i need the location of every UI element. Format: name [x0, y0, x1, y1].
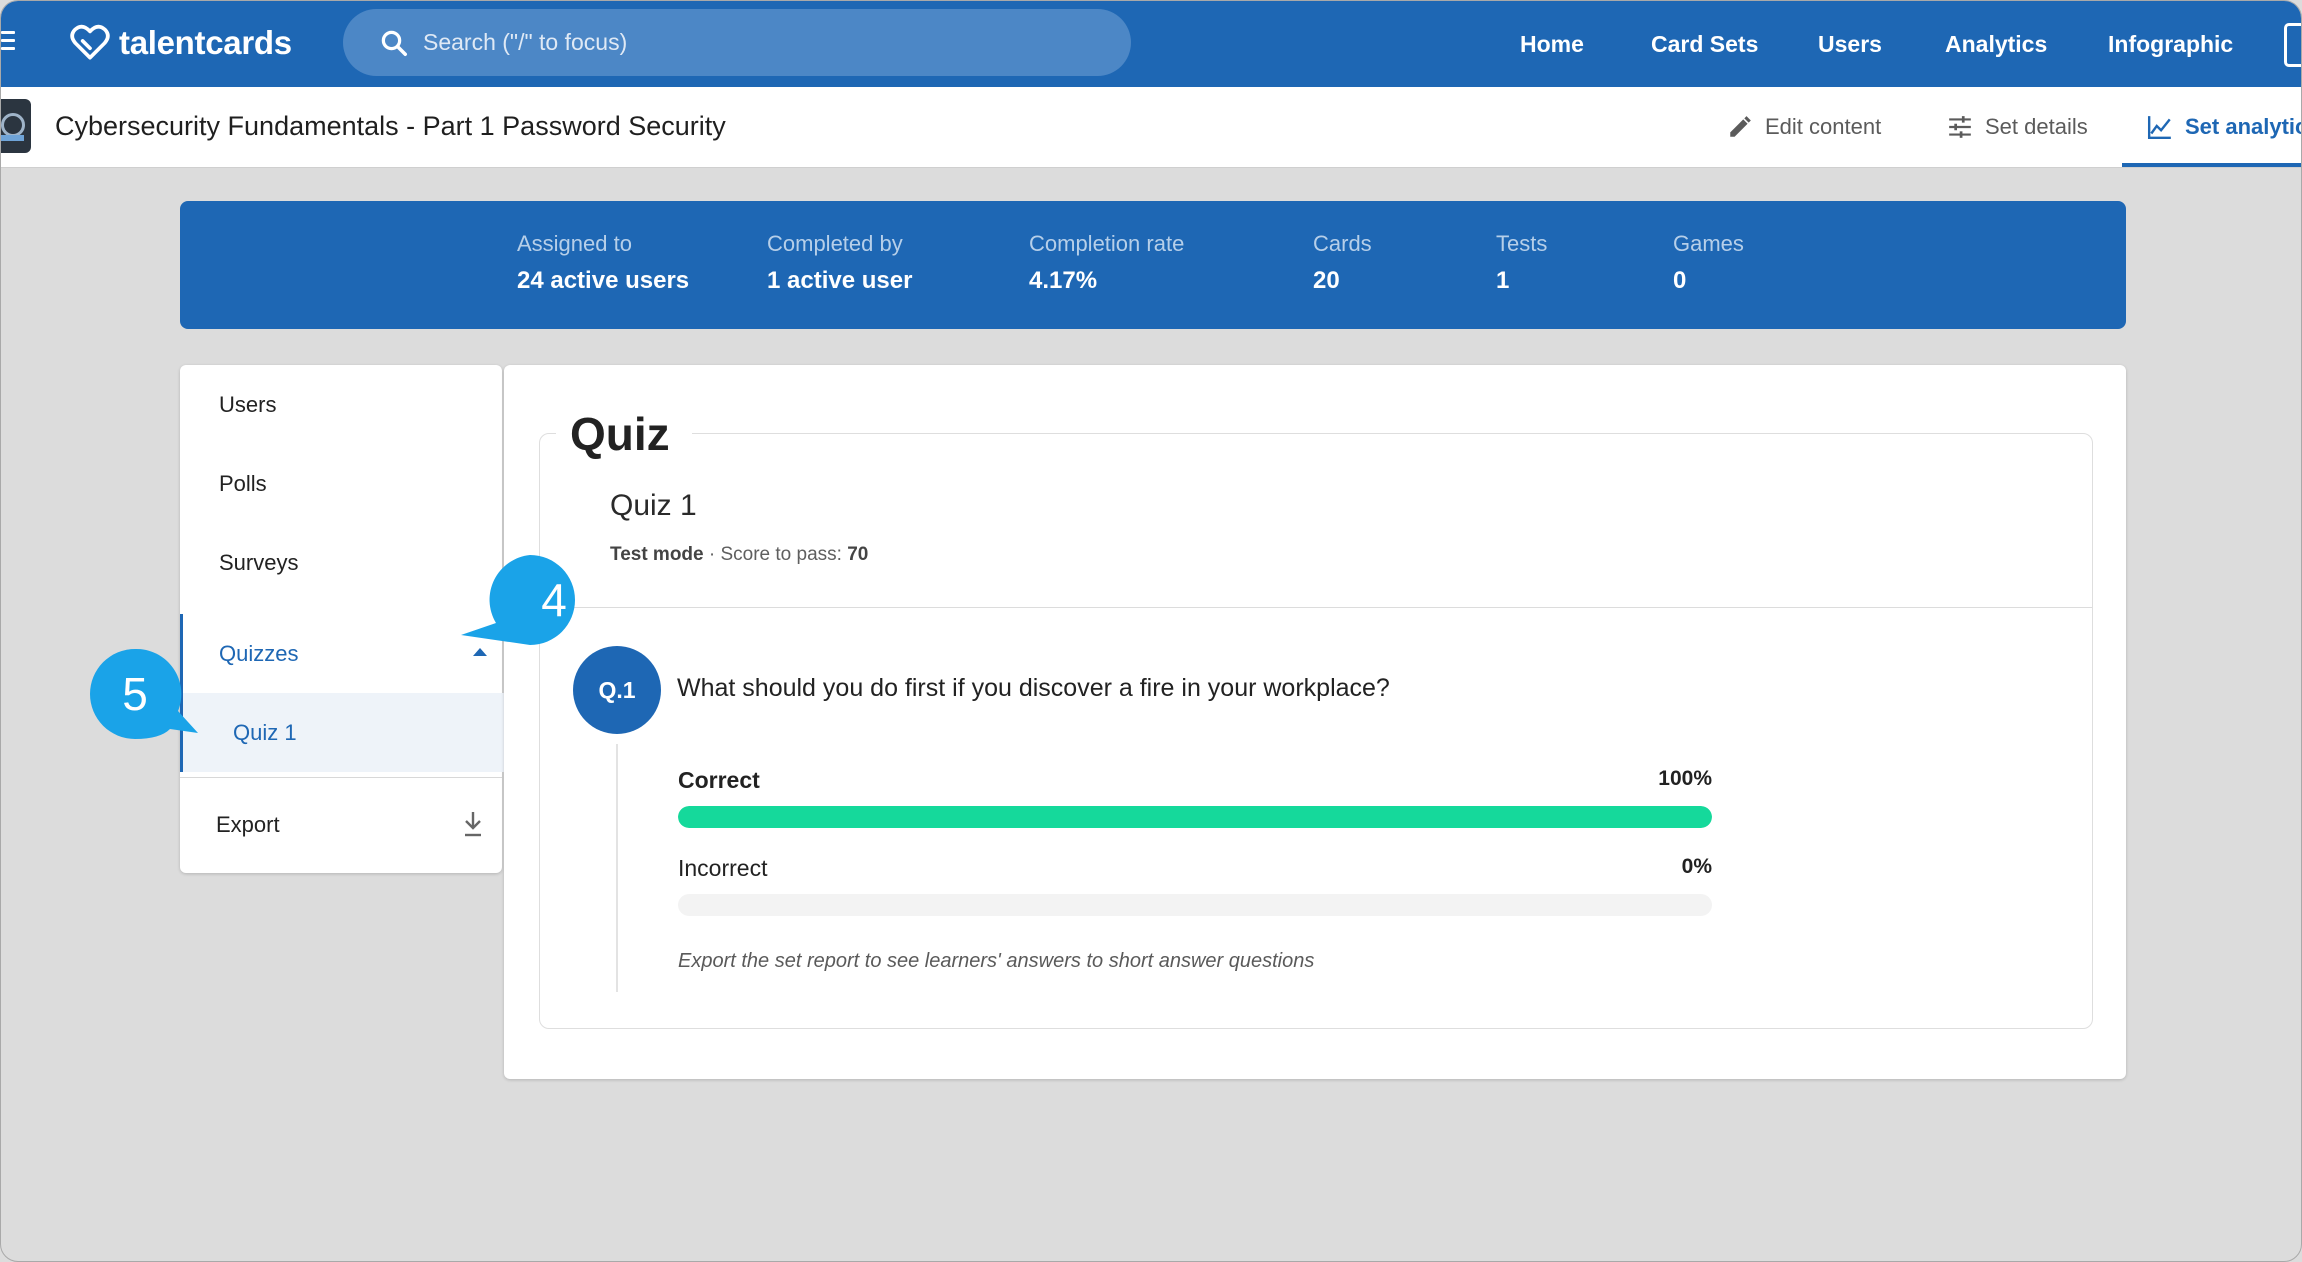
stat-cards: Cards 20 — [1313, 231, 1372, 295]
menu-item-label: Users — [219, 391, 277, 417]
menu-item-label: Polls — [219, 470, 267, 496]
menu-item-label: Quizzes — [219, 640, 299, 666]
quiz-name: Quiz 1 — [610, 489, 697, 522]
quiz-pass-score: 70 — [847, 544, 869, 565]
callout-number: 5 — [122, 668, 148, 720]
stat-label: Cards — [1313, 231, 1372, 256]
download-icon — [465, 812, 481, 837]
menu-item-users[interactable]: Users — [180, 365, 502, 444]
app-window: talentcards Home Card Sets Users Analyti… — [0, 0, 2302, 1262]
menu-divider — [180, 777, 502, 778]
stat-label: Tests — [1496, 231, 1548, 256]
tab-set-details[interactable]: Set details — [1947, 87, 2088, 167]
menu-item-export[interactable]: Export — [180, 785, 502, 864]
callout-number: 4 — [541, 574, 567, 626]
stat-value: 1 active user — [767, 267, 913, 294]
nav-analytics[interactable]: Analytics — [1945, 31, 2047, 58]
stat-label: Games — [1673, 231, 1744, 256]
quiz-heading: Quiz — [556, 407, 692, 461]
pencil-icon — [1730, 116, 1751, 137]
callout-5: 5 — [90, 648, 198, 739]
quiz-meta: Test mode · Score to pass: 70 — [610, 544, 868, 566]
stat-value: 20 — [1313, 267, 1340, 294]
divider — [540, 607, 2092, 608]
menu-item-label: Surveys — [219, 549, 299, 575]
question-number-badge: Q.1 — [573, 646, 661, 734]
answer-percent-incorrect: 0% — [1681, 855, 1712, 878]
stat-tests: Tests 1 — [1496, 231, 1547, 295]
tab-set-analytics[interactable]: Set analytics — [2147, 87, 2301, 167]
answer-bar-correct — [678, 806, 1712, 828]
nav-home[interactable]: Home — [1520, 31, 1584, 58]
menu-item-surveys[interactable]: Surveys — [180, 523, 502, 602]
tab-set-analytics-label: Set analytics — [2185, 114, 2301, 139]
menu-item-quiz-1[interactable]: Quiz 1 — [180, 693, 505, 772]
menu-item-polls[interactable]: Polls — [180, 444, 502, 523]
top-nav: Home Card Sets Users Analytics Infograph… — [1, 1, 2301, 87]
top-bar: talentcards Home Card Sets Users Analyti… — [1, 1, 2301, 87]
answer-bar-incorrect — [678, 894, 1712, 916]
quiz-meta-sep: · Score to pass: — [703, 544, 848, 565]
stat-completed: Completed by 1 active user — [767, 231, 912, 295]
stat-value: 4.17% — [1029, 267, 1098, 294]
set-header: Cybersecurity Fundamentals - Part 1 Pass… — [1, 87, 2301, 168]
answer-label-incorrect: Incorrect — [678, 855, 768, 881]
answer-bar-fill — [678, 806, 1712, 828]
answer-label-correct: Correct — [678, 767, 760, 793]
question-timeline — [616, 744, 618, 992]
stat-label: Completion rate — [1029, 231, 1185, 256]
stat-value: 24 active users — [517, 267, 690, 294]
line-chart-icon — [2147, 116, 2171, 140]
set-title: Cybersecurity Fundamentals - Part 1 Pass… — [55, 111, 726, 141]
export-note: Export the set report to see learners' a… — [678, 950, 1315, 972]
mobile-device-icon[interactable] — [2284, 23, 2301, 67]
menu-item-label: Export — [216, 811, 280, 837]
tab-set-details-label: Set details — [1985, 114, 2088, 139]
active-tab-indicator — [2122, 163, 2301, 167]
stat-completion-rate: Completion rate 4.17% — [1029, 231, 1184, 295]
stat-label: Assigned to — [517, 231, 632, 256]
tab-edit-content-label: Edit content — [1765, 114, 1882, 139]
quiz-fieldset: Quiz 1 Test mode · Score to pass: 70 Q.1… — [539, 433, 2093, 1029]
stat-label: Completed by — [767, 231, 903, 256]
tab-edit-content[interactable]: Edit content — [1727, 87, 1881, 167]
nav-infographic[interactable]: Infographic — [2108, 31, 2233, 58]
stat-assigned: Assigned to 24 active users — [517, 231, 689, 295]
nav-users[interactable]: Users — [1818, 31, 1882, 58]
quiz-mode: Test mode — [610, 544, 704, 565]
callout-4: 4 — [461, 555, 575, 645]
stat-games: Games 0 — [1673, 231, 1744, 295]
nav-card-sets[interactable]: Card Sets — [1651, 31, 1758, 58]
menu-item-label: Quiz 1 — [233, 719, 297, 745]
set-thumbnail — [1, 99, 31, 153]
question-text: What should you do first if you discover… — [677, 674, 1390, 702]
stat-value: 1 — [1496, 267, 1510, 294]
stat-value: 0 — [1673, 267, 1687, 294]
sliders-icon — [1949, 116, 1971, 138]
analytics-side-menu: Users Polls Surveys Quizzes Quiz 1 Expor… — [180, 365, 505, 873]
answer-percent-correct: 100% — [1658, 767, 1712, 790]
menu-item-quizzes[interactable]: Quizzes — [180, 614, 505, 693]
stats-banner: Assigned to 24 active users Completed by… — [180, 201, 2126, 329]
quiz-panel: Quiz 1 Test mode · Score to pass: 70 Q.1… — [504, 365, 2126, 1079]
